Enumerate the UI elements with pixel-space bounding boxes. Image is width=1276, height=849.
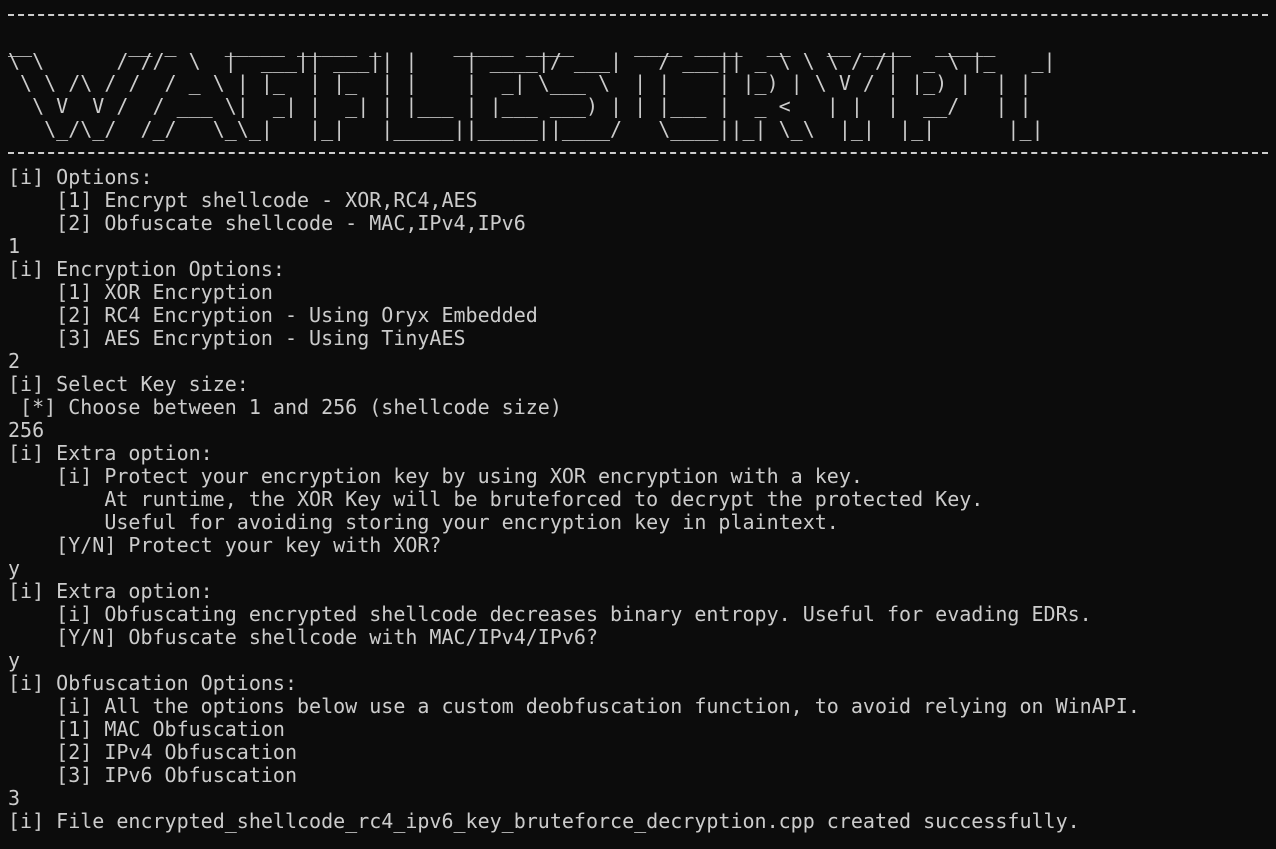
terminal-line: [1] XOR Encryption [8,280,273,304]
terminal-line: [i] Select Key size: [8,372,249,396]
terminal-line: [2] IPv4 Obfuscation [8,740,297,764]
terminal-line: [i] Protect your encryption key by using… [8,464,863,488]
terminal-line: [2] RC4 Encryption - Using Oryx Embedded [8,303,538,327]
banner-row-5: \_/\_/ /_/ \_\_| |_| |_____||_____||____… [8,117,1044,141]
terminal-line: [2] Obfuscate shellcode - MAC,IPv4,IPv6 [8,211,526,235]
terminal-line: [*] Choose between 1 and 256 (shellcode … [8,395,562,419]
user-input-line: 1 [8,234,21,258]
terminal-line: [1] Encrypt shellcode - XOR,RC4,AES [8,188,478,212]
bottom-divider [8,152,1268,154]
terminal-line: Useful for avoiding storing your encrypt… [8,510,839,534]
banner-row-4: \ V V / / ___ \| _| | _| | |___ | |___ _… [8,94,1032,118]
terminal-line: [i] Extra option: [8,441,213,465]
terminal-line: [3] IPv6 Obfuscation [8,763,297,787]
terminal-line: [i] Extra option: [8,579,213,603]
terminal-line: [Y/N] Obfuscate shellcode with MAC/IPv4/… [8,625,599,649]
terminal-line: [3] AES Encryption - Using TinyAES [8,326,466,350]
terminal-window[interactable]: __ __ _ _____ _____ _ _____ ____ ____ __… [8,0,1270,849]
user-input-line: y [8,648,21,672]
user-input-line: 256 [8,418,45,442]
user-input-line: y [8,556,21,580]
terminal-line: [1] MAC Obfuscation [8,717,285,741]
user-input-line: 2 [8,349,21,373]
top-divider [8,14,1268,16]
terminal-line: [i] All the options below use a custom d… [8,694,1140,718]
terminal-line: [i] Obfuscating encrypted shellcode decr… [8,602,1092,626]
banner-row-2: \ \ / // \ | ___|| ___|| | | ____|/ ___|… [8,49,1056,73]
terminal-line: [i] Encryption Options: [8,257,285,281]
terminal-line: [i] Obfuscation Options: [8,671,297,695]
terminal-line: At runtime, the XOR Key will be brutefor… [8,487,984,511]
terminal-line: [i] Options: [8,165,153,189]
user-input-line: 3 [8,786,21,810]
terminal-line: [Y/N] Protect your key with XOR? [8,533,442,557]
terminal-line: [i] File encrypted_shellcode_rc4_ipv6_ke… [8,809,1080,833]
banner-row-3: \ \ /\ / / / _ \ | |_ | |_ | | | _| \___… [8,71,1032,95]
